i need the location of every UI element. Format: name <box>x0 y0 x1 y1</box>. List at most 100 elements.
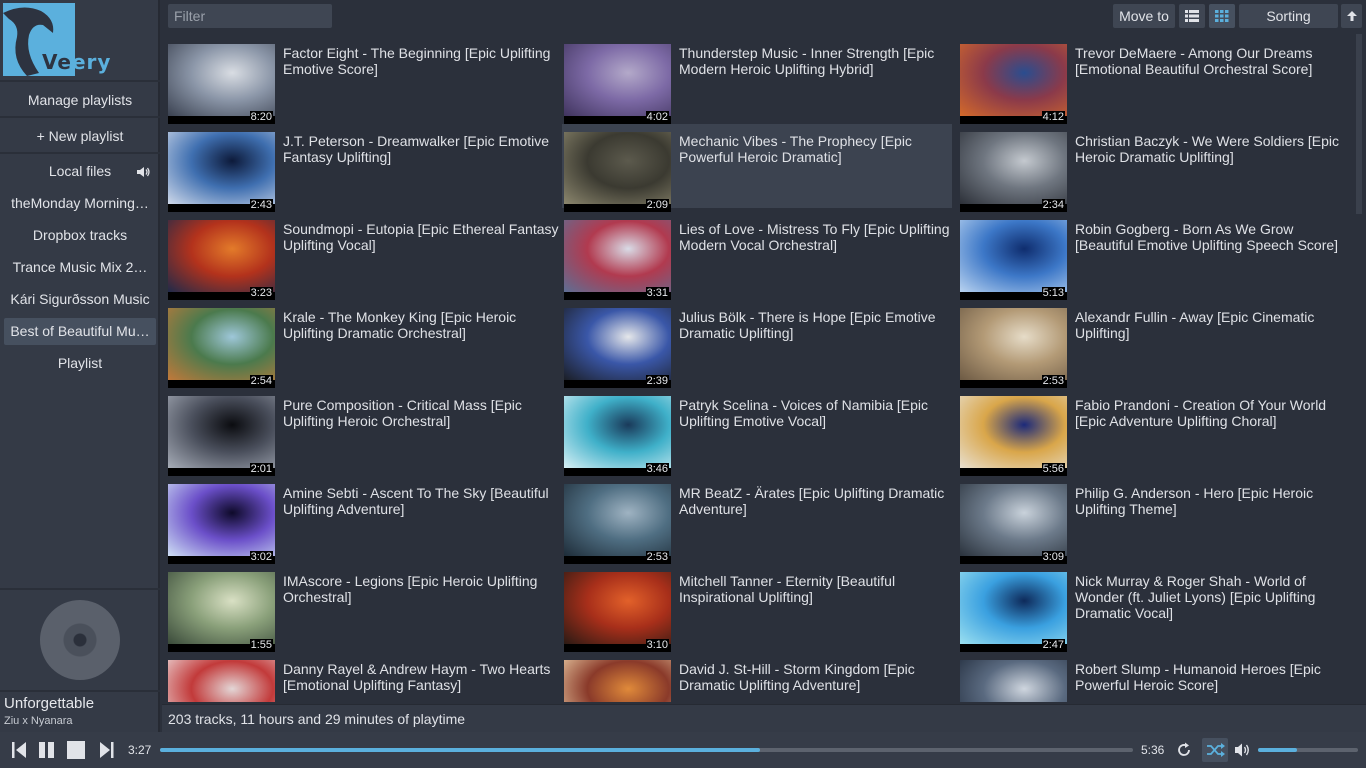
track-thumbnail <box>168 660 275 702</box>
track-card[interactable]: 2:53 Alexandr Fullin - Away [Epic Cinemat… <box>958 300 1348 388</box>
track-card[interactable]: 2:39 Julius Bölk - There is Hope [Epic Em… <box>562 300 952 388</box>
track-card[interactable]: 2:34 Christian Baczyk - We Were Soldiers … <box>958 124 1348 212</box>
track-thumbnail: 2:43 <box>168 132 275 212</box>
track-duration: 3:46 <box>645 463 669 476</box>
track-duration: 2:53 <box>645 551 669 564</box>
thumbnail-image <box>564 396 671 468</box>
track-card[interactable]: 2:01 Pure Composition - Critical Mass [Ep… <box>166 388 556 476</box>
track-title: Christian Baczyk - We Were Soldiers [Epi… <box>1075 133 1340 165</box>
thumbnail-image <box>168 220 275 292</box>
volume-icon[interactable] <box>1234 742 1252 758</box>
playlist-item-dropbox-tracks[interactable]: Dropbox tracks <box>4 222 156 249</box>
filter-input[interactable] <box>168 4 332 28</box>
track-duration: 2:53 <box>1041 375 1065 388</box>
track-thumbnail: 2:54 <box>168 308 275 388</box>
thumbnail-image <box>960 484 1067 556</box>
sorting-button[interactable]: Sorting <box>1239 4 1338 28</box>
pause-button[interactable] <box>37 741 57 759</box>
thumbnail-image <box>564 220 671 292</box>
track-card[interactable]: 4:12 Trevor DeMaere - Among Our Dreams [E… <box>958 36 1348 124</box>
track-title: Alexandr Fullin - Away [Epic Cinematic U… <box>1075 309 1315 341</box>
thumbnail-image <box>168 44 275 116</box>
thumbnail-image <box>960 220 1067 292</box>
track-card[interactable]: 3:09 Philip G. Anderson - Hero [Epic Hero… <box>958 476 1348 564</box>
playlist-item-trance-mix[interactable]: Trance Music Mix 2… <box>4 254 156 281</box>
thumbnail-image <box>168 132 275 204</box>
track-duration: 3:02 <box>249 551 273 564</box>
track-duration: 2:43 <box>249 199 273 212</box>
track-title: Thunderstep Music - Inner Strength [Epic… <box>679 45 935 77</box>
current-time: 3:27 <box>128 743 152 757</box>
grid-view-button[interactable] <box>1209 4 1235 28</box>
move-to-button[interactable]: Move to <box>1113 4 1175 28</box>
thumbnail-image <box>960 660 1067 702</box>
shuffle-button[interactable] <box>1202 738 1228 762</box>
track-thumbnail: 4:12 <box>960 44 1067 124</box>
thumbnail-image <box>168 484 275 556</box>
scrollbar-thumb[interactable] <box>1356 34 1362 214</box>
logo-text-main: Ve <box>42 50 72 74</box>
track-card[interactable]: Danny Rayel & Andrew Haym - Two Hearts [… <box>166 652 556 702</box>
track-card[interactable]: 2:09 Mechanic Vibes - The Prophecy [Epic … <box>562 124 952 212</box>
repeat-icon[interactable] <box>1176 742 1192 758</box>
track-thumbnail: 3:46 <box>564 396 671 476</box>
track-card[interactable]: 5:56 Fabio Prandoni - Creation Of Your Wo… <box>958 388 1348 476</box>
track-card[interactable]: 3:10 Mitchell Tanner - Eternity [Beautifu… <box>562 564 952 652</box>
sort-direction-button[interactable] <box>1341 4 1362 28</box>
track-title: Krale - The Monkey King [Epic Heroic Upl… <box>283 309 517 341</box>
manage-playlists-button[interactable]: Manage playlists <box>0 92 160 108</box>
track-card[interactable]: 3:23 Soundmopi - Eutopia [Epic Ethereal F… <box>166 212 559 300</box>
thumbnail-image <box>168 660 275 702</box>
list-view-button[interactable] <box>1179 4 1205 28</box>
track-duration: 5:56 <box>1041 463 1065 476</box>
track-duration: 3:09 <box>1041 551 1065 564</box>
track-title: Amine Sebti - Ascent To The Sky [Beautif… <box>283 485 549 517</box>
track-title: Factor Eight - The Beginning [Epic Uplif… <box>283 45 551 77</box>
track-duration: 2:54 <box>249 375 273 388</box>
thumbnail-image <box>168 308 275 380</box>
track-duration: 1:55 <box>249 639 273 652</box>
new-playlist-button[interactable]: + New playlist <box>0 128 160 144</box>
track-title: Mechanic Vibes - The Prophecy [Epic Powe… <box>679 133 912 165</box>
track-card[interactable]: 2:47 Nick Murray & Roger Shah - World of … <box>958 564 1348 652</box>
track-title: David J. St-Hill - Storm Kingdom [Epic D… <box>679 661 915 693</box>
previous-track-button[interactable] <box>10 741 30 759</box>
track-thumbnail: 3:31 <box>564 220 671 300</box>
track-card[interactable]: 3:31 Lies of Love - Mistress To Fly [Epic… <box>562 212 952 300</box>
track-card[interactable]: 1:55 IMAscore - Legions [Epic Heroic Upli… <box>166 564 556 652</box>
track-card[interactable]: 3:02 Amine Sebti - Ascent To The Sky [Bea… <box>166 476 556 564</box>
track-card[interactable]: 2:43 J.T. Peterson - Dreamwalker [Epic Em… <box>166 124 556 212</box>
playlist-item-local-files[interactable]: Local files <box>4 158 156 185</box>
track-duration: 5:13 <box>1041 287 1065 300</box>
thumbnail-image <box>564 660 671 702</box>
shuffle-icon <box>1207 743 1225 757</box>
track-card[interactable]: 5:13 Robin Gogberg - Born As We Grow [Bea… <box>958 212 1348 300</box>
stop-button[interactable] <box>66 741 86 759</box>
progress-fill <box>160 748 761 752</box>
next-track-button[interactable] <box>96 741 116 759</box>
app-logo-text: Veery <box>42 50 111 74</box>
track-card[interactable]: 2:54 Krale - The Monkey King [Epic Heroic… <box>166 300 556 388</box>
track-duration: 2:01 <box>249 463 273 476</box>
playlist-item-best-of-beautiful[interactable]: Best of Beautiful Mu… <box>4 318 156 345</box>
track-card[interactable]: 3:46 Patryk Scelina - Voices of Namibia [… <box>562 388 952 476</box>
thumbnail-image <box>564 308 671 380</box>
track-duration: 4:02 <box>645 111 669 124</box>
playlist-item-playlist[interactable]: Playlist <box>4 350 156 377</box>
progress-bar[interactable] <box>160 748 1133 752</box>
volume-slider[interactable] <box>1258 748 1358 752</box>
track-card[interactable]: 4:02 Thunderstep Music - Inner Strength [… <box>562 36 952 124</box>
album-art-placeholder <box>40 600 120 680</box>
track-thumbnail: 2:47 <box>960 572 1067 652</box>
track-duration: 3:31 <box>645 287 669 300</box>
track-card[interactable]: 8:20 Factor Eight - The Beginning [Epic U… <box>166 36 556 124</box>
track-thumbnail: 2:39 <box>564 308 671 388</box>
playlist-item-kari-sigurdsson[interactable]: Kári Sigurðsson Music <box>4 286 156 313</box>
track-card[interactable]: 2:53 MR BeatZ - Ärates [Epic Uplifting Dr… <box>562 476 952 564</box>
track-thumbnail: 8:20 <box>168 44 275 124</box>
total-time: 5:36 <box>1141 743 1165 757</box>
track-title: J.T. Peterson - Dreamwalker [Epic Emotiv… <box>283 133 550 165</box>
track-card[interactable]: David J. St-Hill - Storm Kingdom [Epic D… <box>562 652 952 702</box>
playlist-item-monday-morning[interactable]: theMonday Morning… <box>4 190 156 217</box>
track-card[interactable]: Robert Slump - Humanoid Heroes [Epic Pow… <box>958 652 1348 702</box>
